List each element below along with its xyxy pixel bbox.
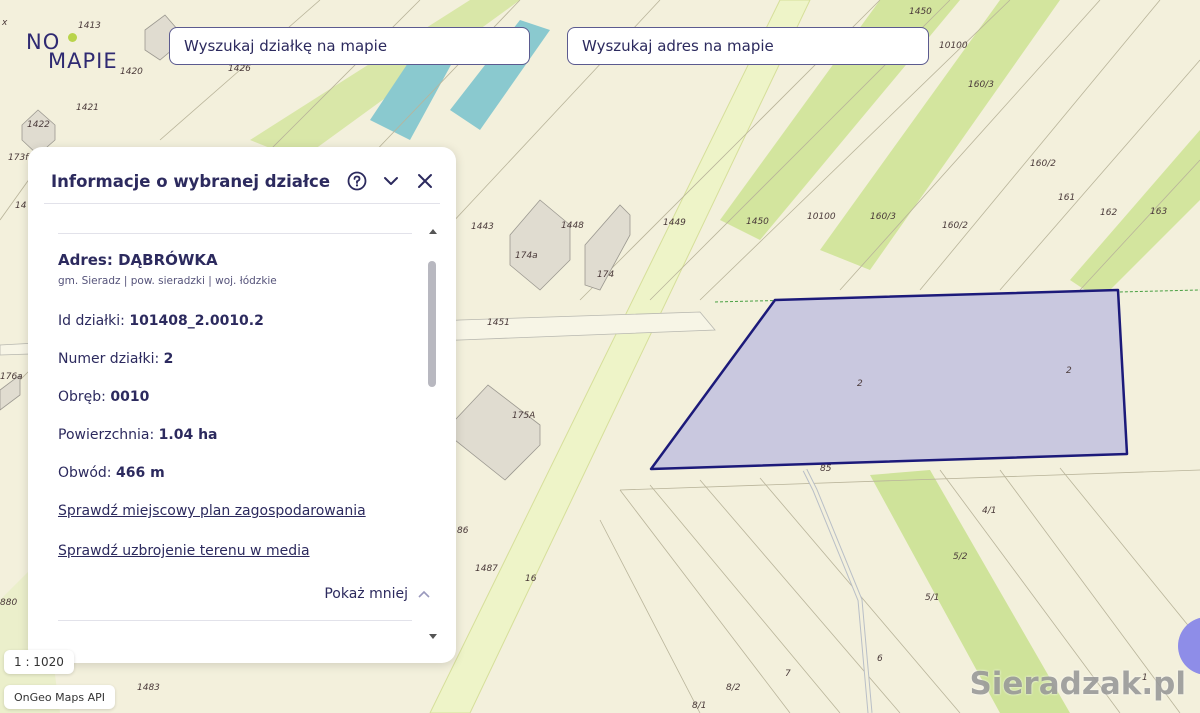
panel-header: Informacje o wybranej działce: [51, 161, 436, 201]
address-heading: Adres: DĄBRÓWKA: [58, 251, 418, 269]
parcel-label: 1483: [137, 683, 160, 693]
parcel-label: 161: [1058, 193, 1075, 203]
panel-content: Adres: DĄBRÓWKA gm. Sieradz | pow. siera…: [58, 251, 430, 602]
search-address-placeholder: Wyszukaj adres na mapie: [582, 37, 774, 55]
parcel-label: 160/2: [942, 221, 968, 231]
parcel-label: 1451: [487, 318, 510, 328]
parcel-label: 1450: [746, 217, 769, 227]
parcel-label: 14: [15, 201, 27, 211]
address-value: DĄBRÓWKA: [118, 251, 218, 269]
parcel-label: 1426: [228, 64, 251, 74]
parcel-label: 2: [857, 379, 863, 389]
address-subtitle: gm. Sieradz | pow. sieradzki | woj. łódz…: [58, 275, 277, 287]
scroll-up-arrow-icon[interactable]: [428, 227, 438, 237]
parcel-label: 5/2: [953, 552, 968, 562]
show-less-label: Pokaż mniej: [324, 586, 408, 602]
parcel-label: 176a: [0, 372, 23, 382]
field-value: 2: [163, 351, 174, 367]
nomapie-logo[interactable]: NO MAPIE: [26, 30, 136, 73]
plot-info-panel: Informacje o wybranej działce Adres: DĄB…: [28, 147, 456, 663]
parcel-label: 160/3: [870, 212, 896, 222]
parcel-label: 160/3: [968, 80, 994, 90]
field-perimeter: Obwód: 466 m: [58, 465, 165, 481]
utilities-link[interactable]: Sprawdź uzbrojenie terenu w media: [58, 543, 310, 559]
parcel-label: 163: [1150, 207, 1167, 217]
parcel-label: 174a: [515, 251, 538, 261]
parcel-label: 5/1: [925, 593, 939, 603]
field-area: Powierzchnia: 1.04 ha: [58, 427, 218, 443]
chevron-down-icon[interactable]: [380, 170, 402, 192]
field-plot-id: Id działki: 101408_2.0010.2: [58, 313, 264, 329]
parcel-label: 6: [877, 654, 883, 664]
parcel-label: 175A: [512, 411, 535, 421]
parcel-label: x: [1, 18, 8, 28]
help-icon[interactable]: [346, 170, 368, 192]
field-label: Powierzchnia:: [58, 427, 155, 443]
field-value: 1.04 ha: [158, 427, 218, 443]
parcel-label: 2: [1066, 366, 1072, 376]
parcel-label: 173f: [8, 153, 30, 163]
chevron-up-icon: [418, 590, 430, 598]
close-icon[interactable]: [414, 170, 436, 192]
parcel-label: 4/1: [982, 506, 996, 516]
panel-title: Informacje o wybranej działce: [51, 171, 331, 191]
divider: [58, 233, 412, 234]
search-plot-input[interactable]: Wyszukaj działkę na mapie: [169, 27, 530, 65]
search-address-input[interactable]: Wyszukaj adres na mapie: [567, 27, 929, 65]
field-value: 0010: [110, 389, 150, 405]
parcel-label: 1448: [561, 221, 584, 231]
parcel-label: 1421: [76, 103, 99, 113]
parcel-label: 85: [820, 464, 832, 474]
field-precinct: Obręb: 0010: [58, 389, 149, 405]
parcel-label: 880: [0, 598, 17, 608]
search-plot-placeholder: Wyszukaj działkę na mapie: [184, 37, 388, 55]
map-scale: 1 : 1020: [4, 650, 74, 674]
divider: [44, 203, 440, 204]
scroll-down-arrow-icon[interactable]: [428, 631, 438, 641]
field-label: Obręb:: [58, 389, 106, 405]
parcel-label: 1450: [909, 7, 932, 17]
scrollbar-thumb[interactable]: [428, 261, 436, 387]
parcel-label: 162: [1100, 208, 1117, 218]
address-label: Adres:: [58, 251, 113, 269]
field-label: Obwód:: [58, 465, 112, 481]
parcel-label: 8/2: [726, 683, 741, 693]
parcel-label: 16: [525, 574, 537, 584]
divider: [58, 620, 412, 621]
parcel-label: 160/2: [1030, 159, 1056, 169]
field-plot-number: Numer działki: 2: [58, 351, 173, 367]
field-value: 466 m: [115, 465, 165, 481]
logo-dot-icon: [68, 33, 77, 42]
parcel-label: 1422: [27, 120, 50, 130]
map-attribution[interactable]: OnGeo Maps API: [4, 685, 115, 709]
parcel-label: 7: [785, 669, 791, 679]
parcel-label: 10100: [807, 212, 836, 222]
parcel-label: 1449: [663, 218, 686, 228]
watermark: Sieradzak.pl: [969, 666, 1186, 702]
field-value: 101408_2.0010.2: [129, 313, 264, 329]
field-label: Numer działki:: [58, 351, 160, 367]
logo-line2: MAPIE: [48, 49, 118, 73]
parcel-label: 1443: [471, 222, 494, 232]
parcel-label: 1487: [475, 564, 498, 574]
parcel-label: 174: [597, 270, 614, 280]
parcel-label: 8/1: [692, 701, 706, 711]
parcel-label: 10100: [939, 41, 968, 51]
zoning-plan-link[interactable]: Sprawdź miejscowy plan zagospodarowania: [58, 503, 366, 519]
field-label: Id działki:: [58, 313, 125, 329]
parcel-label: 86: [457, 526, 469, 536]
show-less-button[interactable]: Pokaż mniej: [324, 586, 430, 602]
